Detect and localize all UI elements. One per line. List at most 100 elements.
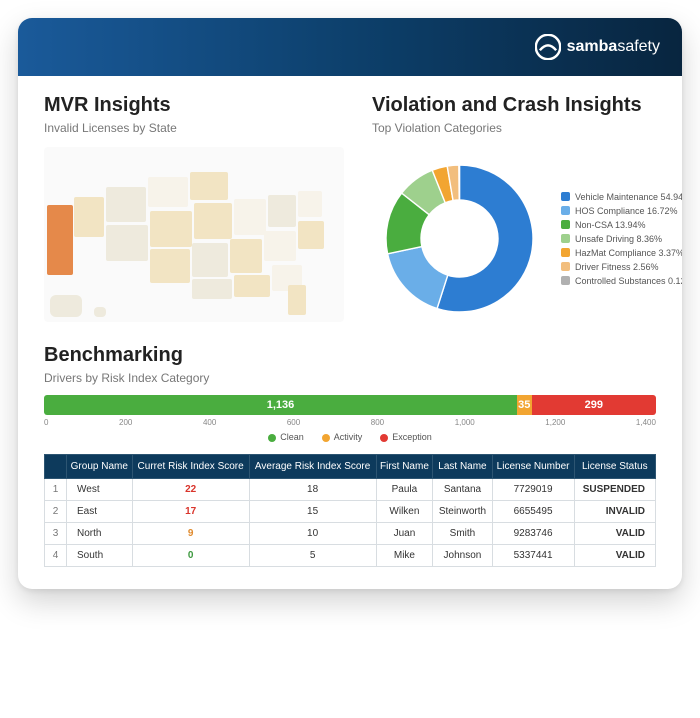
driver-table: Group NameCurret Risk Index ScoreAverage…	[44, 454, 656, 567]
brand-name-a: samba	[567, 38, 618, 56]
table-cell: 9283746	[492, 523, 574, 545]
axis-tick: 1,400	[636, 418, 656, 427]
legend-label: Controlled Substances 0.12%	[575, 276, 682, 286]
legend-swatch	[561, 234, 570, 243]
legend-item: Unsafe Driving 8.36%	[561, 234, 682, 244]
legend-label: HazMat Compliance 3.37%	[575, 248, 682, 258]
table-cell: 3	[45, 523, 67, 545]
legend-label: Unsafe Driving 8.36%	[575, 234, 662, 244]
table-header: License Status	[574, 455, 655, 479]
segment-clean: 1,136	[44, 395, 517, 415]
table-row[interactable]: 4South05MikeJohnson5337441VALID	[45, 545, 656, 567]
table-cell: 1	[45, 479, 67, 501]
brand-name-b: safety	[617, 38, 660, 56]
violation-title: Violation and Crash Insights	[372, 94, 682, 117]
legend-label: HOS Compliance 16.72%	[575, 206, 678, 216]
table-header	[45, 455, 67, 479]
table-cell: 10	[249, 523, 376, 545]
legend-item: HazMat Compliance 3.37%	[561, 248, 682, 258]
table-cell: East	[67, 501, 133, 523]
table-cell: 6655495	[492, 501, 574, 523]
table-cell: INVALID	[574, 501, 655, 523]
table-cell: 22	[132, 479, 249, 501]
violation-legend: Vehicle Maintenance 54.94% HOS Compliance…	[557, 151, 682, 326]
legend-swatch	[561, 192, 570, 201]
table-cell: 15	[249, 501, 376, 523]
legend-activity: Activity	[334, 432, 363, 442]
table-cell: West	[67, 479, 133, 501]
legend-label: Driver Fitness 2.56%	[575, 262, 659, 272]
table-cell: VALID	[574, 545, 655, 567]
table-cell: Mike	[376, 545, 433, 567]
segment-activity: 35	[517, 395, 532, 415]
legend-label: Vehicle Maintenance 54.94%	[575, 192, 682, 202]
segment-exception: 299	[532, 395, 656, 415]
table-row[interactable]: 2East1715WilkenSteinworth6655495INVALID	[45, 501, 656, 523]
legend-item: Non-CSA 13.94%	[561, 220, 682, 230]
table-cell: Johnson	[433, 545, 492, 567]
us-map[interactable]	[44, 147, 344, 322]
legend-item: Driver Fitness 2.56%	[561, 262, 682, 272]
risk-segmented-bar[interactable]: 1,136 35 299	[44, 395, 656, 415]
table-header: Curret Risk Index Score	[132, 455, 249, 479]
table-cell: Juan	[376, 523, 433, 545]
driver-table-body: 1West2218PaulaSantana7729019SUSPENDED2Ea…	[45, 479, 656, 567]
table-cell: Wilken	[376, 501, 433, 523]
table-cell: 7729019	[492, 479, 574, 501]
table-cell: 17	[132, 501, 249, 523]
table-cell: Smith	[433, 523, 492, 545]
legend-clean: Clean	[280, 432, 304, 442]
table-cell: 5	[249, 545, 376, 567]
table-header: First Name	[376, 455, 433, 479]
table-cell: Steinworth	[433, 501, 492, 523]
table-header: Last Name	[433, 455, 492, 479]
legend-swatch	[561, 248, 570, 257]
table-cell: 9	[132, 523, 249, 545]
table-cell: North	[67, 523, 133, 545]
axis-tick: 0	[44, 418, 48, 427]
app-header: sambasafety	[18, 18, 682, 76]
table-cell: SUSPENDED	[574, 479, 655, 501]
dot-clean	[268, 434, 276, 442]
dashboard-card: sambasafety MVR Insights Invalid License…	[18, 18, 682, 589]
dot-activity	[322, 434, 330, 442]
axis-tick: 1,000	[455, 418, 475, 427]
axis-tick: 600	[287, 418, 300, 427]
dot-exception	[380, 434, 388, 442]
legend-swatch	[561, 276, 570, 285]
table-row[interactable]: 3North910JuanSmith9283746VALID	[45, 523, 656, 545]
violation-donut-chart[interactable]	[372, 151, 547, 326]
benchmarking-subtitle: Drivers by Risk Index Category	[44, 371, 656, 385]
legend-exception: Exception	[392, 432, 432, 442]
table-cell: 4	[45, 545, 67, 567]
table-cell: South	[67, 545, 133, 567]
mvr-title: MVR Insights	[44, 94, 344, 117]
axis-tick: 400	[203, 418, 216, 427]
table-cell: 2	[45, 501, 67, 523]
legend-swatch	[561, 206, 570, 215]
legend-item: HOS Compliance 16.72%	[561, 206, 682, 216]
table-row[interactable]: 1West2218PaulaSantana7729019SUSPENDED	[45, 479, 656, 501]
table-header: License Number	[492, 455, 574, 479]
risk-axis: 02004006008001,0001,2001,400	[44, 418, 656, 427]
violation-subtitle: Top Violation Categories	[372, 121, 682, 135]
table-cell: VALID	[574, 523, 655, 545]
legend-swatch	[561, 262, 570, 271]
legend-item: Vehicle Maintenance 54.94%	[561, 192, 682, 202]
axis-tick: 200	[119, 418, 132, 427]
axis-tick: 1,200	[545, 418, 565, 427]
table-cell: 5337441	[492, 545, 574, 567]
table-header: Average Risk Index Score	[249, 455, 376, 479]
table-cell: Paula	[376, 479, 433, 501]
dashboard-body: MVR Insights Invalid Licenses by State	[18, 76, 682, 589]
table-cell: Santana	[433, 479, 492, 501]
legend-item: Controlled Substances 0.12%	[561, 276, 682, 286]
mvr-subtitle: Invalid Licenses by State	[44, 121, 344, 135]
table-header: Group Name	[67, 455, 133, 479]
legend-label: Non-CSA 13.94%	[575, 220, 646, 230]
brand-logo: sambasafety	[535, 34, 660, 60]
table-header-row: Group NameCurret Risk Index ScoreAverage…	[45, 455, 656, 479]
table-cell: 0	[132, 545, 249, 567]
legend-swatch	[561, 220, 570, 229]
benchmarking-title: Benchmarking	[44, 344, 656, 367]
